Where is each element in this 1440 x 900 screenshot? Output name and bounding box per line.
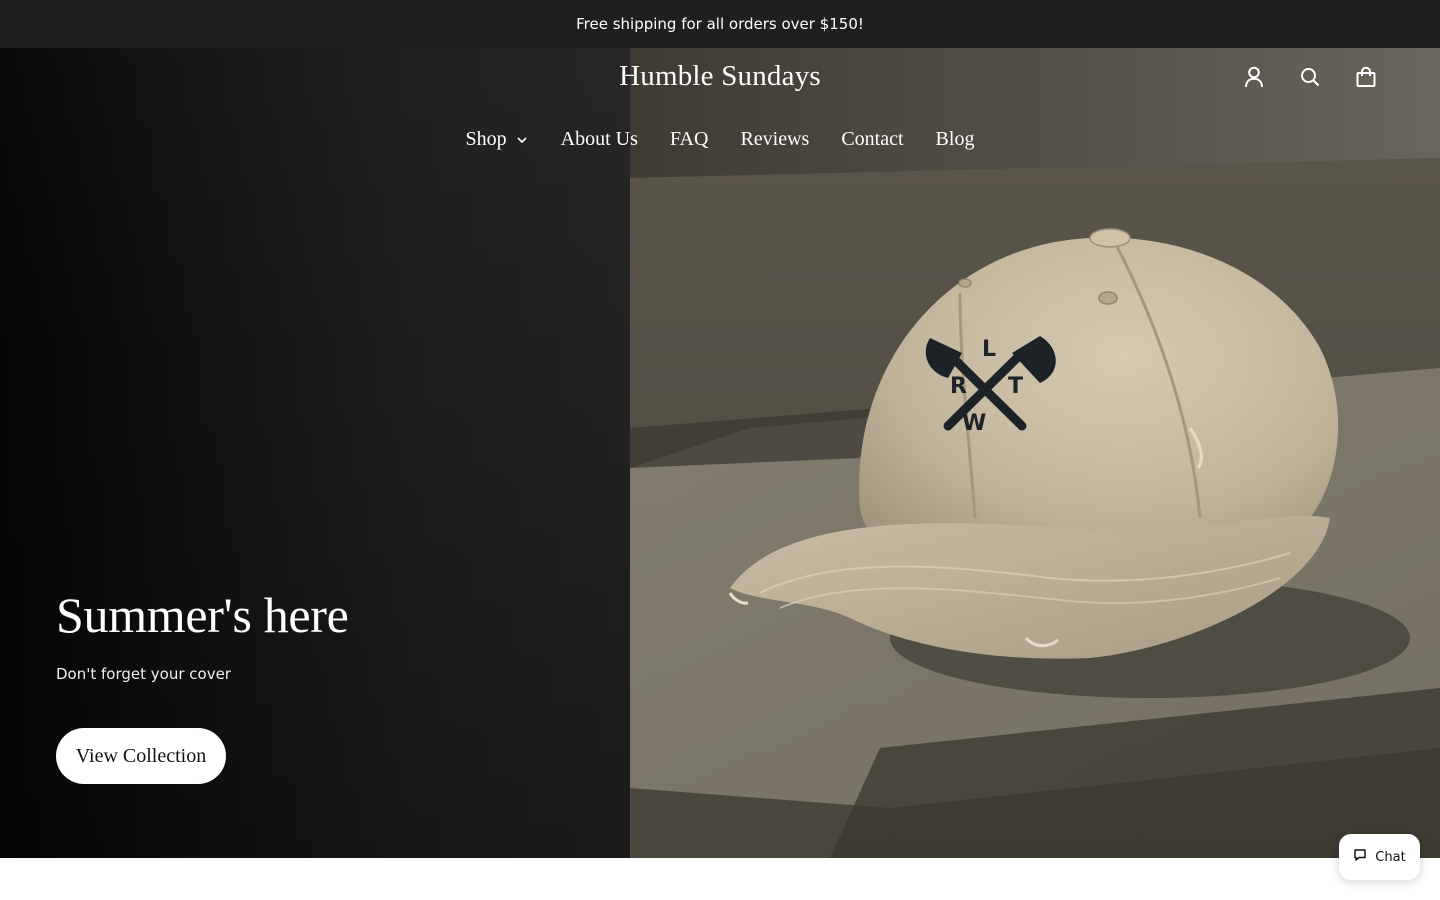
nav-item-about-us[interactable]: About Us [561, 128, 638, 151]
nav-item-label: Shop [465, 128, 507, 150]
nav-item-contact[interactable]: Contact [841, 128, 903, 151]
main-nav: Shop About Us FAQ Reviews Contact Blog [0, 128, 1440, 151]
announcement-text: Free shipping for all orders over $150! [576, 15, 864, 33]
nav-item-label: FAQ [669, 128, 709, 150]
chat-label: Chat [1375, 849, 1406, 865]
nav-item-label: Blog [935, 128, 975, 150]
svg-text:W: W [962, 411, 986, 436]
cart-icon[interactable] [1354, 64, 1378, 90]
site-header: Humble Sundays Shop About Us FAQ Reviews… [0, 48, 1440, 188]
hero-subtitle: Don't forget your cover [56, 665, 231, 683]
nav-item-label: Contact [841, 128, 904, 150]
chat-bubble-icon [1353, 848, 1367, 866]
site-logo[interactable]: Humble Sundays [0, 60, 1440, 93]
header-icons [1242, 64, 1378, 90]
view-collection-button[interactable]: View Collection [56, 728, 226, 784]
nav-item-shop[interactable]: Shop [466, 128, 529, 151]
nav-item-blog[interactable]: Blog [936, 128, 975, 151]
svg-text:R: R [950, 374, 967, 399]
nav-item-label: About Us [560, 128, 638, 150]
svg-text:T: T [1008, 374, 1023, 399]
announcement-bar: Free shipping for all orders over $150! [0, 0, 1440, 48]
chat-button[interactable]: Chat [1339, 834, 1420, 880]
account-icon[interactable] [1242, 64, 1266, 90]
nav-item-label: Reviews [740, 128, 810, 150]
hero-title: Summer's here [56, 587, 349, 643]
svg-text:L: L [982, 337, 996, 362]
hero-content: Summer's here Don't forget your cover [56, 587, 349, 684]
nav-item-reviews[interactable]: Reviews [740, 128, 809, 151]
chevron-down-icon [515, 133, 529, 147]
search-icon[interactable] [1298, 64, 1322, 90]
nav-item-faq[interactable]: FAQ [670, 128, 709, 151]
